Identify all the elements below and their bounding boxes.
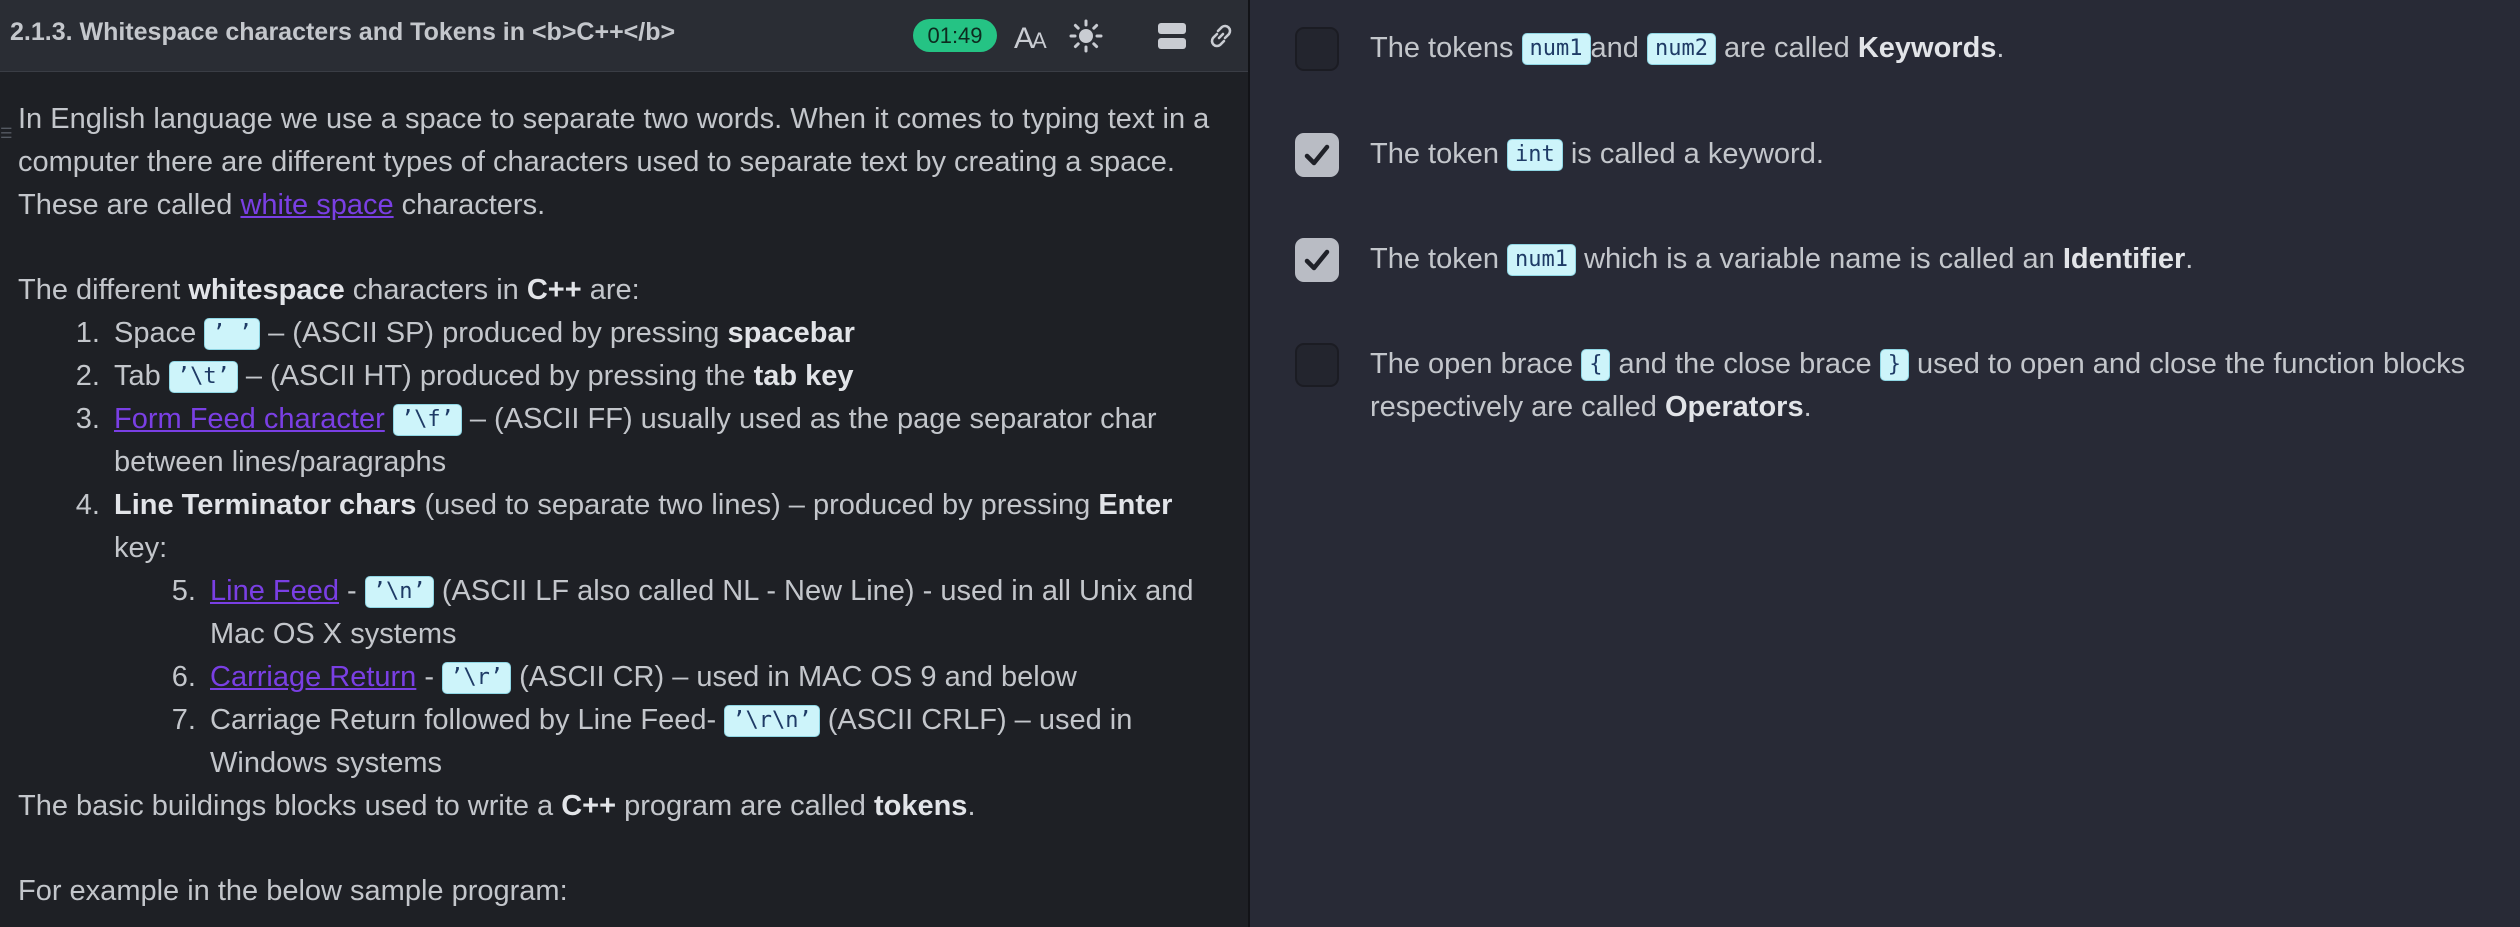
item-text: - [416, 661, 443, 693]
item-text: Tab [114, 360, 169, 392]
code-snippet: num1 [1521, 33, 1591, 65]
layout-toggle-icon[interactable] [1152, 16, 1192, 56]
form-feed-link[interactable]: Form Feed character [114, 403, 385, 435]
tokens-text: program are called [616, 790, 874, 822]
list-intro-text: The different [18, 274, 189, 306]
svg-text:A: A [1014, 22, 1034, 52]
timer-badge: 01:49 [913, 19, 997, 52]
code-snippet: ’ ’ [204, 318, 261, 350]
link-icon[interactable] [1201, 16, 1241, 56]
svg-text:A: A [1032, 28, 1047, 52]
item-bold: Line Terminator chars [114, 489, 417, 521]
line-terminator-list: Line Feed - ’\n’ (ASCII LF also called N… [114, 570, 1233, 785]
brightness-icon[interactable] [1066, 16, 1106, 56]
code-snippet: ’\f’ [392, 404, 462, 436]
checkbox-unchecked[interactable] [1295, 27, 1339, 71]
line-feed-link[interactable]: Line Feed [210, 575, 339, 607]
intro-paragraph: In English language we use a space to se… [18, 98, 1233, 227]
sub-list-item: Carriage Return followed by Line Feed- ’… [204, 699, 1233, 785]
option-text: The open brace { and the close brace } u… [1370, 343, 2490, 429]
item-bold: spacebar [727, 317, 855, 349]
gutter-marker-icon: ☰ [0, 125, 13, 141]
code-snippet: ’\r\n’ [724, 705, 820, 737]
option-text-part: which is a variable name is called an [1576, 243, 2063, 275]
option-text-part: The token [1370, 138, 1508, 170]
item-text: key: [114, 532, 168, 564]
checkbox-unchecked[interactable] [1295, 343, 1339, 387]
item-bold: Enter [1098, 489, 1173, 521]
tokens-bold: tokens [873, 790, 968, 822]
lesson-title: 2.1.3. Whitespace characters and Tokens … [10, 18, 676, 46]
option-text: The tokens num1 and num2 are called Keywo… [1370, 27, 2490, 70]
checkmark-icon [1304, 144, 1330, 166]
option-text-part: . [1996, 32, 2005, 64]
sub-list-item: Line Feed - ’\n’ (ASCII LF also called N… [204, 570, 1233, 656]
list-item: Space ’ ’ – (ASCII SP) produced by press… [108, 312, 1233, 355]
option-text-part: is called a keyword. [1562, 138, 1824, 170]
lesson-header: 2.1.3. Whitespace characters and Tokens … [0, 0, 1248, 72]
lesson-pane: 2.1.3. Whitespace characters and Tokens … [0, 0, 1250, 927]
option-bold: Keywords [1857, 32, 1997, 64]
checkbox-checked[interactable] [1295, 238, 1339, 282]
option-bold: Identifier [2062, 243, 2186, 275]
option-text: The token num1 which is a variable name … [1370, 238, 2490, 281]
option-text-part: . [2185, 243, 2194, 275]
list-intro-text: characters in [344, 274, 527, 306]
item-bold: tab key [753, 360, 854, 392]
code-snippet: { [1581, 349, 1611, 381]
item-text: (used to separate two lines) – produced … [416, 489, 1099, 521]
tokens-paragraph: The basic buildings blocks used to write… [18, 785, 1233, 828]
code-snippet: ’\r’ [442, 662, 512, 694]
code-snippet: int [1507, 139, 1563, 171]
list-item: Tab ’\t’ – (ASCII HT) produced by pressi… [108, 355, 1233, 398]
whitespace-list-intro: The different whitespace characters in C… [18, 269, 1233, 312]
list-intro-bold: C++ [526, 274, 582, 306]
list-item: Form Feed character ’\f’ – (ASCII FF) us… [108, 398, 1233, 484]
item-text: Space [114, 317, 205, 349]
code-snippet: num2 [1646, 33, 1716, 65]
item-text: – (ASCII SP) produced by pressing [260, 317, 728, 349]
list-intro-bold: whitespace [188, 274, 345, 306]
checkmark-icon [1304, 249, 1330, 271]
item-text: – (ASCII HT) produced by pressing the [237, 360, 754, 392]
intro-text: In English language we use a space to se… [18, 103, 1210, 221]
item-text: (ASCII CR) – used in MAC OS 9 and below [511, 661, 1077, 693]
carriage-return-link[interactable]: Carriage Return [210, 661, 416, 693]
tokens-text: The basic buildings blocks used to write… [18, 790, 562, 822]
intro-text-end: characters. [393, 189, 546, 221]
font-size-icon[interactable]: A A [1012, 16, 1052, 56]
tokens-bold: C++ [561, 790, 617, 822]
option-text-part: The open brace [1370, 348, 1582, 380]
white-space-link[interactable]: white space [240, 189, 393, 221]
whitespace-list: Space ’ ’ – (ASCII SP) produced by press… [18, 312, 1233, 785]
option-text-part: The token [1370, 243, 1508, 275]
list-item: Line Terminator chars (used to separate … [108, 484, 1233, 785]
option-text-part: are called [1715, 32, 1858, 64]
code-snippet: } [1879, 349, 1909, 381]
example-paragraph: For example in the below sample program: [18, 875, 568, 907]
code-snippet: ’\t’ [168, 361, 238, 393]
option-text-part: and the close brace [1610, 348, 1880, 380]
option-text-part: The tokens [1370, 32, 1522, 64]
option-text-part: . [1803, 391, 1812, 423]
item-text: Carriage Return followed by Line Feed- [210, 704, 725, 736]
app-root: 2.1.3. Whitespace characters and Tokens … [0, 0, 2520, 927]
option-bold: Operators [1664, 391, 1804, 423]
list-intro-text: are: [581, 274, 640, 306]
tokens-text: . [967, 790, 976, 822]
code-snippet: ’\n’ [364, 576, 434, 608]
lesson-content: In English language we use a space to se… [18, 98, 1233, 913]
item-text: - [339, 575, 365, 607]
option-text-part: and [1590, 32, 1647, 64]
option-text: The token int is called a keyword. [1370, 133, 2490, 176]
quiz-pane: The tokens num1 and num2 are called Keywo… [1250, 0, 2520, 927]
code-snippet: num1 [1507, 244, 1577, 276]
sub-list-item: Carriage Return - ’\r’ (ASCII CR) – used… [204, 656, 1233, 699]
checkbox-checked[interactable] [1295, 133, 1339, 177]
